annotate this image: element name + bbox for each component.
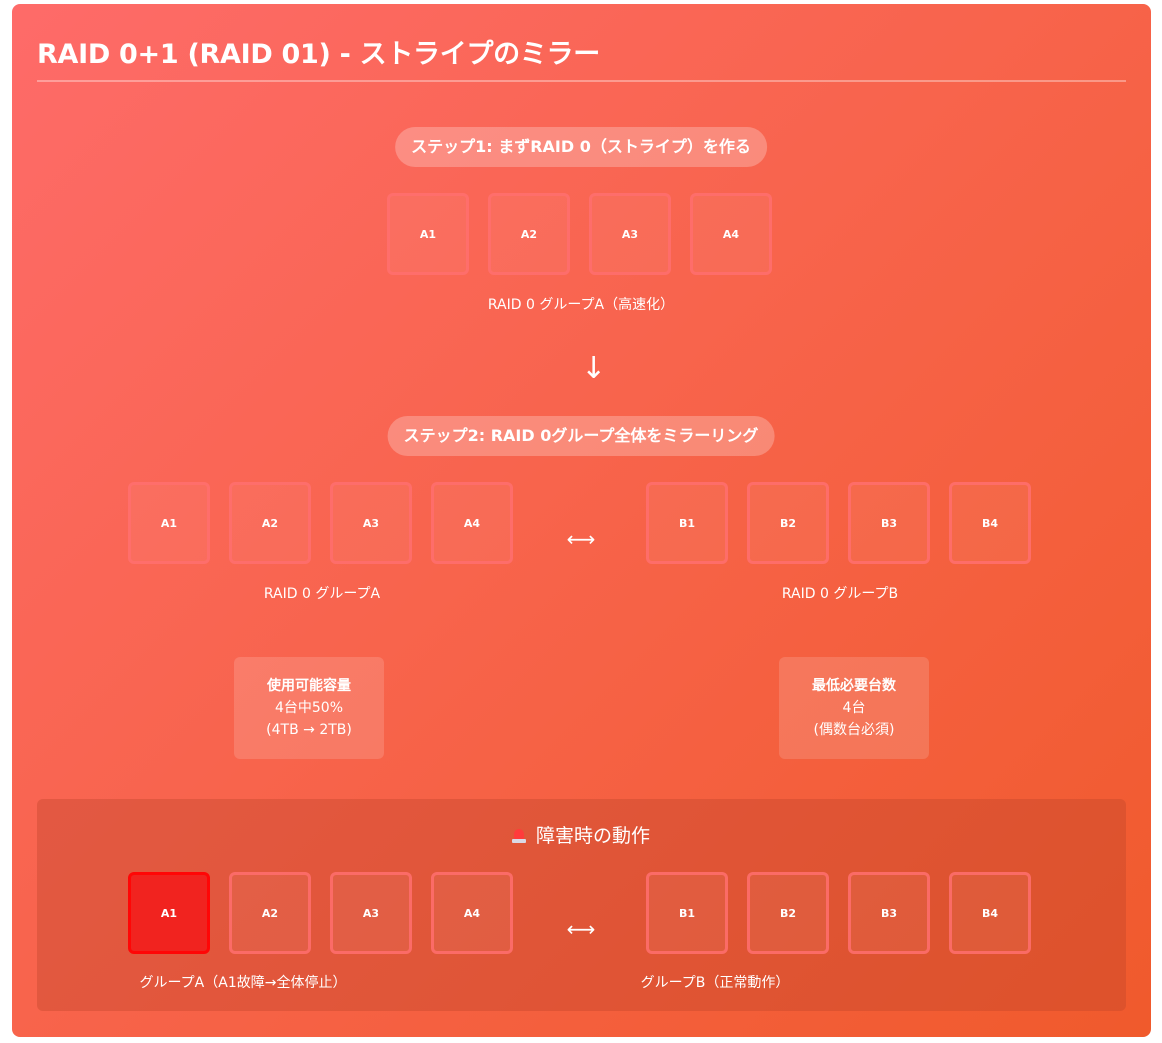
raid-diagram-card: RAID 0+1 (RAID 01) - ストライプのミラー ステップ1: まず… [12,4,1151,1037]
rotating-light-icon [511,827,526,843]
minimum-heading: 最低必要台数 [812,678,896,694]
capacity-info-box: 使用可能容量 4台中50% (4TB → 2TB) [234,657,384,759]
minimum-detail: (偶数台必須) [813,722,895,738]
step2-disk-b1: B1 [646,482,728,564]
step1-group-label: RAID 0 グループA（高速化） [487,297,675,313]
capacity-detail: (4TB → 2TB) [266,722,352,738]
failure-disk-a3: A3 [330,872,412,954]
step1-disk-a4: A4 [690,193,772,275]
minimum-disks-info-box: 最低必要台数 4台 (偶数台必須) [779,657,929,759]
step2-disk-a2: A2 [229,482,311,564]
capacity-value: 4台中50% [274,700,344,716]
minimum-value: 4台 [842,700,866,716]
step1-disk-a1: A1 [387,193,469,275]
step2-disk-b2: B2 [747,482,829,564]
step2-label: ステップ2: RAID 0グループ全体をミラーリング [387,416,775,456]
failure-title: 障害時の動作 [511,821,651,848]
step2-group-b-label: RAID 0 グループB [781,586,899,602]
failure-disk-b3: B3 [848,872,930,954]
failure-group-a-label: グループA（A1故障→全体停止） [139,975,347,991]
step2-disk-b4: B4 [949,482,1031,564]
failure-disk-a2: A2 [229,872,311,954]
step1-disk-a3: A3 [589,193,671,275]
page-title: RAID 0+1 (RAID 01) - ストライプのミラー [37,39,600,70]
capacity-heading: 使用可能容量 [267,678,351,694]
failure-disk-a1-failed: A1 [128,872,210,954]
title-divider [37,80,1126,82]
step2-disk-a4: A4 [431,482,513,564]
step2-group-a-label: RAID 0 グループA [263,586,381,602]
down-arrow-icon: ↓ [581,351,607,386]
failure-disk-b1: B1 [646,872,728,954]
failure-disk-b2: B2 [747,872,829,954]
failure-mirror-arrow-icon: ⟷ [566,917,596,941]
failure-disk-a4: A4 [431,872,513,954]
step2-disk-a1: A1 [128,482,210,564]
failure-group-b-label: グループB（正常動作） [640,975,790,991]
step2-disk-a3: A3 [330,482,412,564]
failure-behavior-panel: 障害時の動作 A1 A2 A3 A4 グループA（A1故障→全体停止） ⟷ B1… [37,799,1126,1011]
failure-disk-b4: B4 [949,872,1031,954]
failure-title-text: 障害時の動作 [535,825,651,847]
step2-disk-b3: B3 [848,482,930,564]
step1-label: ステップ1: まずRAID 0（ストライプ）を作る [395,127,767,167]
mirror-arrow-icon: ⟷ [566,527,596,551]
step1-disk-a2: A2 [488,193,570,275]
